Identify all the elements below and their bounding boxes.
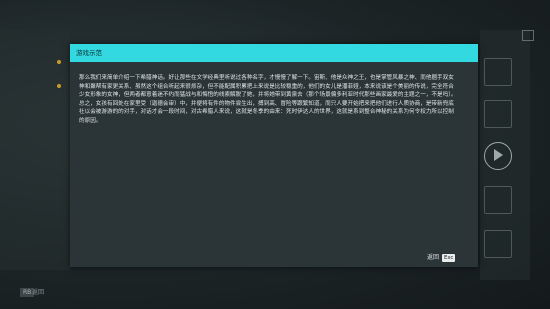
close-label[interactable]: 返回 bbox=[427, 253, 439, 262]
close-button[interactable]: 返回 Esc bbox=[427, 253, 456, 262]
background-panel-left bbox=[0, 30, 70, 270]
esc-key-icon[interactable]: Esc bbox=[442, 253, 456, 262]
book-icon[interactable] bbox=[484, 58, 512, 86]
side-toolbar bbox=[478, 40, 518, 260]
scroll-icon[interactable] bbox=[484, 100, 512, 128]
dialog-body-text: 那么我们来简单介绍一下希腊神话。好让那些在文学经典里听说过各种名字，才慢慢了解一… bbox=[79, 75, 457, 124]
play-circle-icon[interactable] bbox=[484, 142, 512, 170]
quest-marker-icon bbox=[57, 60, 61, 64]
character-icon[interactable] bbox=[484, 186, 512, 214]
footer-back-label[interactable]: 返回 bbox=[32, 288, 44, 297]
dialog-title: 游戏示范 bbox=[76, 49, 102, 57]
menu-icon[interactable] bbox=[484, 230, 512, 258]
dialog-header: 游戏示范 bbox=[70, 44, 478, 62]
lore-dialog: 游戏示范 那么我们来简单介绍一下希腊神话。好让那些在文学经典里听说过各种名字，才… bbox=[70, 44, 478, 267]
quest-marker-icon bbox=[57, 84, 61, 88]
window-icon[interactable] bbox=[522, 30, 534, 41]
